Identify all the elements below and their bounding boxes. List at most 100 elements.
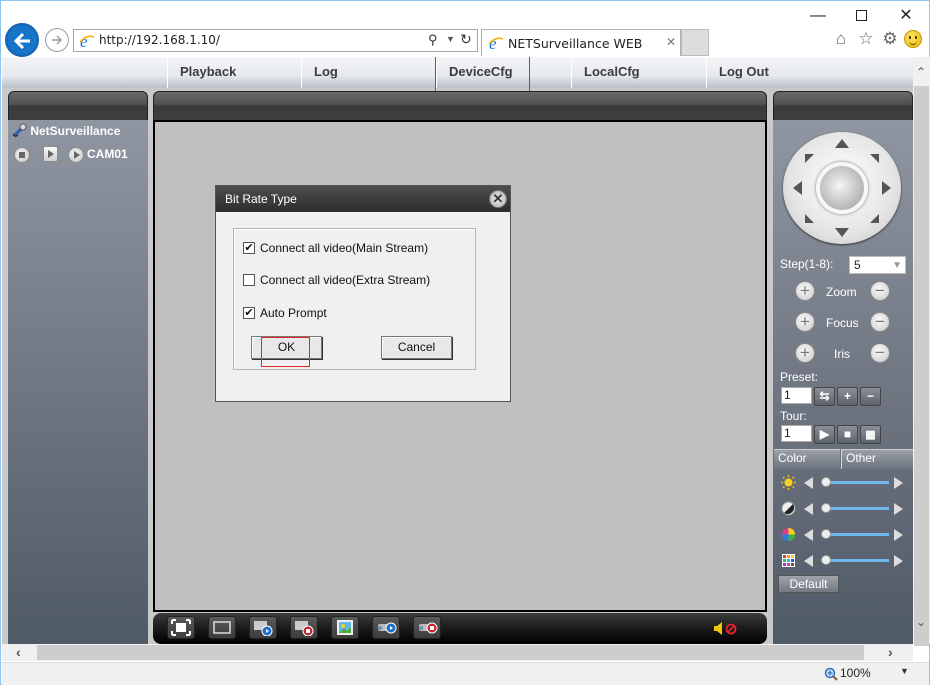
back-button[interactable] xyxy=(5,23,39,57)
snapshot-button[interactable] xyxy=(331,616,359,639)
slider-thumb[interactable] xyxy=(821,529,831,539)
stop-tour-button[interactable]: ■ xyxy=(837,425,858,444)
search-dropdown-icon[interactable]: ▼ xyxy=(446,34,455,44)
tab-other[interactable]: Other xyxy=(841,449,913,469)
remove-preset-button[interactable]: − xyxy=(860,387,881,406)
tour-input[interactable]: 1 xyxy=(781,425,812,442)
ptz-down-right-arrow[interactable] xyxy=(870,214,879,223)
focus-out-button[interactable]: − xyxy=(870,312,890,332)
scroll-right-icon[interactable]: › xyxy=(888,644,893,660)
zoom-in-button[interactable]: + xyxy=(795,281,815,301)
scroll-left-icon[interactable]: ‹ xyxy=(16,644,21,660)
ptz-up-right-arrow[interactable] xyxy=(870,154,879,163)
slider-thumb[interactable] xyxy=(821,503,831,513)
search-icon[interactable]: ⚲ xyxy=(428,32,438,48)
tour-grid-button[interactable]: ▦ xyxy=(860,425,881,444)
play-channel-button[interactable] xyxy=(43,146,58,162)
menu-devicecfg[interactable]: DeviceCfg xyxy=(436,57,568,88)
add-preset-button[interactable]: + xyxy=(837,387,858,406)
checkbox-extra-stream[interactable] xyxy=(243,274,255,286)
default-button[interactable]: Default xyxy=(778,575,839,593)
saturation-decrease[interactable] xyxy=(804,529,813,541)
slider-track[interactable] xyxy=(821,533,889,536)
start-tour-button[interactable]: ▶ xyxy=(814,425,835,444)
ptz-up-left-arrow[interactable] xyxy=(805,154,814,163)
start-record-button[interactable] xyxy=(372,616,400,639)
ptz-right-arrow[interactable] xyxy=(882,181,891,195)
video-display-area[interactable]: Bit Rate Type ✕ ✔ Connect all video(Main… xyxy=(153,120,767,612)
swap-arrows-icon: ⇆ xyxy=(819,389,830,403)
single-view-icon xyxy=(213,621,231,634)
contrast-increase[interactable] xyxy=(894,503,903,515)
close-window-button[interactable]: ✕ xyxy=(896,7,916,25)
iris-open-button[interactable]: + xyxy=(795,343,815,363)
checkbox-auto-prompt[interactable]: ✔ xyxy=(243,307,255,319)
ptz-down-arrow[interactable] xyxy=(835,228,849,237)
single-view-button[interactable] xyxy=(208,616,236,639)
zoom-dropdown-icon[interactable]: ▼ xyxy=(900,666,909,676)
device-root[interactable]: NetSurveillance xyxy=(12,123,120,138)
new-tab-button[interactable] xyxy=(681,29,709,56)
focus-in-button[interactable]: + xyxy=(795,312,815,332)
zoom-level[interactable]: 100% xyxy=(840,666,871,680)
horizontal-scroll-thumb[interactable] xyxy=(37,645,864,660)
zoom-label: Zoom xyxy=(826,285,857,299)
slider-track[interactable] xyxy=(821,507,889,510)
dialog-titlebar[interactable]: Bit Rate Type ✕ xyxy=(216,186,510,212)
start-all-video-button[interactable] xyxy=(249,616,277,639)
gear-icon[interactable]: ⚙ xyxy=(880,29,900,49)
step-select[interactable]: 5 ▼ xyxy=(849,256,906,274)
slider-track[interactable] xyxy=(821,559,889,562)
cancel-button[interactable]: Cancel xyxy=(381,336,452,359)
ptz-down-left-arrow[interactable] xyxy=(805,214,814,223)
close-tab-icon[interactable]: ✕ xyxy=(666,35,676,49)
minimize-button[interactable]: — xyxy=(808,7,828,25)
forward-button[interactable] xyxy=(45,28,69,52)
saturation-increase[interactable] xyxy=(894,529,903,541)
hue-increase[interactable] xyxy=(894,555,903,567)
tab-color[interactable]: Color xyxy=(774,449,840,469)
checkbox-main-stream[interactable]: ✔ xyxy=(243,242,255,254)
iris-close-button[interactable]: − xyxy=(870,343,890,363)
slider-thumb[interactable] xyxy=(821,477,831,487)
address-bar[interactable]: e http://192.168.1.10/ ⚲ ▼ ↻ xyxy=(73,29,478,52)
menu-playback[interactable]: Playback xyxy=(167,57,299,88)
brightness-decrease[interactable] xyxy=(804,477,813,489)
contrast-icon xyxy=(781,501,796,516)
scroll-up-icon[interactable]: ⌃ xyxy=(916,65,926,79)
ptz-center-button[interactable] xyxy=(816,162,868,214)
star-icon[interactable]: ☆ xyxy=(856,29,876,49)
stop-all-video-button[interactable] xyxy=(290,616,318,639)
home-icon[interactable]: ⌂ xyxy=(831,29,851,49)
stop-channel-button[interactable] xyxy=(14,147,30,163)
menu-localcfg[interactable]: LocalCfg xyxy=(571,57,703,88)
goto-preset-button[interactable]: ⇆ xyxy=(814,387,835,406)
dialog-title: Bit Rate Type xyxy=(225,192,297,206)
menu-log[interactable]: Log xyxy=(301,57,433,88)
brightness-increase[interactable] xyxy=(894,477,903,489)
vertical-scrollbar[interactable]: ⌃ ⌄ xyxy=(913,57,930,646)
vertical-scroll-thumb[interactable] xyxy=(914,86,929,646)
browser-tab[interactable]: e NETSurveillance WEB ✕ xyxy=(481,29,681,56)
zoom-out-button[interactable]: − xyxy=(870,281,890,301)
ok-button[interactable]: OK xyxy=(251,336,322,359)
open-channel-button[interactable] xyxy=(68,147,84,163)
ptz-up-arrow[interactable] xyxy=(835,139,849,148)
audio-mute-button[interactable] xyxy=(712,620,740,637)
horizontal-scrollbar[interactable]: ‹ › xyxy=(2,644,913,661)
contrast-decrease[interactable] xyxy=(804,503,813,515)
smiley-icon[interactable] xyxy=(904,30,922,48)
menu-logout[interactable]: Log Out xyxy=(706,57,838,88)
channel-label[interactable]: CAM01 xyxy=(87,147,128,161)
fullscreen-button[interactable] xyxy=(167,616,195,639)
scroll-down-icon[interactable]: ⌄ xyxy=(916,615,926,629)
stop-record-button[interactable] xyxy=(413,616,441,639)
refresh-icon[interactable]: ↻ xyxy=(460,31,472,48)
preset-input[interactable]: 1 xyxy=(781,387,812,404)
maximize-button[interactable] xyxy=(851,7,871,25)
slider-thumb[interactable] xyxy=(821,555,831,565)
dialog-close-icon[interactable]: ✕ xyxy=(489,190,507,208)
hue-decrease[interactable] xyxy=(804,555,813,567)
ptz-left-arrow[interactable] xyxy=(793,181,802,195)
slider-track[interactable] xyxy=(821,481,889,484)
